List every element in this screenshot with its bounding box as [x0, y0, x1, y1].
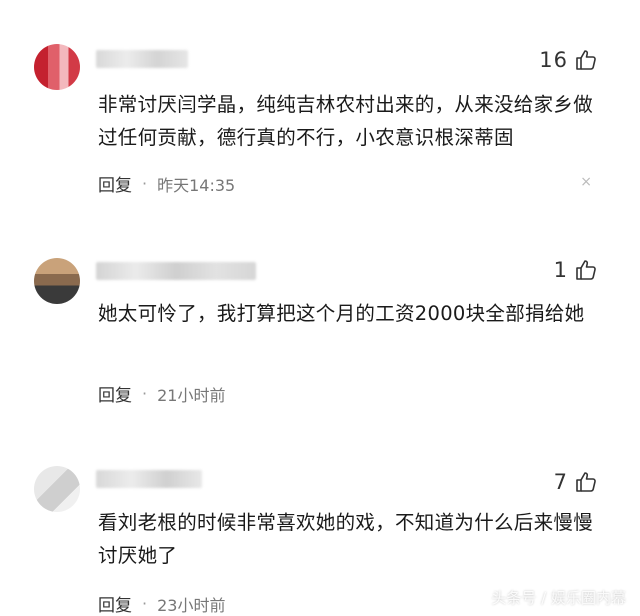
comment-meta: 回复 · 23小时前 — [98, 591, 225, 616]
timestamp: 21小时前 — [157, 385, 226, 405]
reply-button[interactable]: 回复 — [98, 171, 132, 196]
separator-dot: · — [142, 174, 148, 193]
username-blurred[interactable] — [96, 262, 256, 280]
like-button[interactable]: 1 — [554, 258, 598, 282]
avatar[interactable] — [34, 44, 80, 90]
watermark: 头条号 / 娱乐圈内幕 — [491, 589, 626, 607]
like-button[interactable]: 16 — [539, 48, 598, 72]
reply-button[interactable]: 回复 — [98, 591, 132, 616]
username-blurred[interactable] — [96, 470, 202, 488]
like-count: 16 — [539, 48, 568, 72]
reply-button[interactable]: 回复 — [98, 381, 132, 406]
thumbs-up-icon — [576, 50, 596, 70]
comment-text: 非常讨厌闫学晶，纯纯吉林农村出来的，从来没给家乡做过任何贡献，德行真的不行，小农… — [98, 93, 594, 149]
thumbs-up-icon — [576, 260, 596, 280]
username-blurred[interactable] — [96, 50, 188, 68]
comment-text: 看刘老根的时候非常喜欢她的戏，不知道为什么后来慢慢讨厌她了 — [98, 511, 594, 567]
comment-meta: 回复 · 21小时前 — [98, 381, 225, 406]
separator-dot: · — [142, 384, 148, 403]
comment-text: 她太可怜了，我打算把这个月的工资2000块全部捐给她 — [98, 302, 585, 325]
timestamp: 昨天14:35 — [157, 175, 236, 195]
avatar[interactable] — [34, 466, 80, 512]
like-count: 1 — [553, 258, 568, 282]
separator-dot: · — [142, 594, 148, 613]
avatar[interactable] — [34, 258, 80, 304]
like-count: 7 — [553, 470, 568, 494]
close-icon[interactable]: × — [580, 174, 592, 190]
comment-meta: 回复 · 昨天14:35 — [98, 171, 235, 196]
like-button[interactable]: 7 — [554, 470, 598, 494]
thumbs-up-icon — [576, 472, 596, 492]
